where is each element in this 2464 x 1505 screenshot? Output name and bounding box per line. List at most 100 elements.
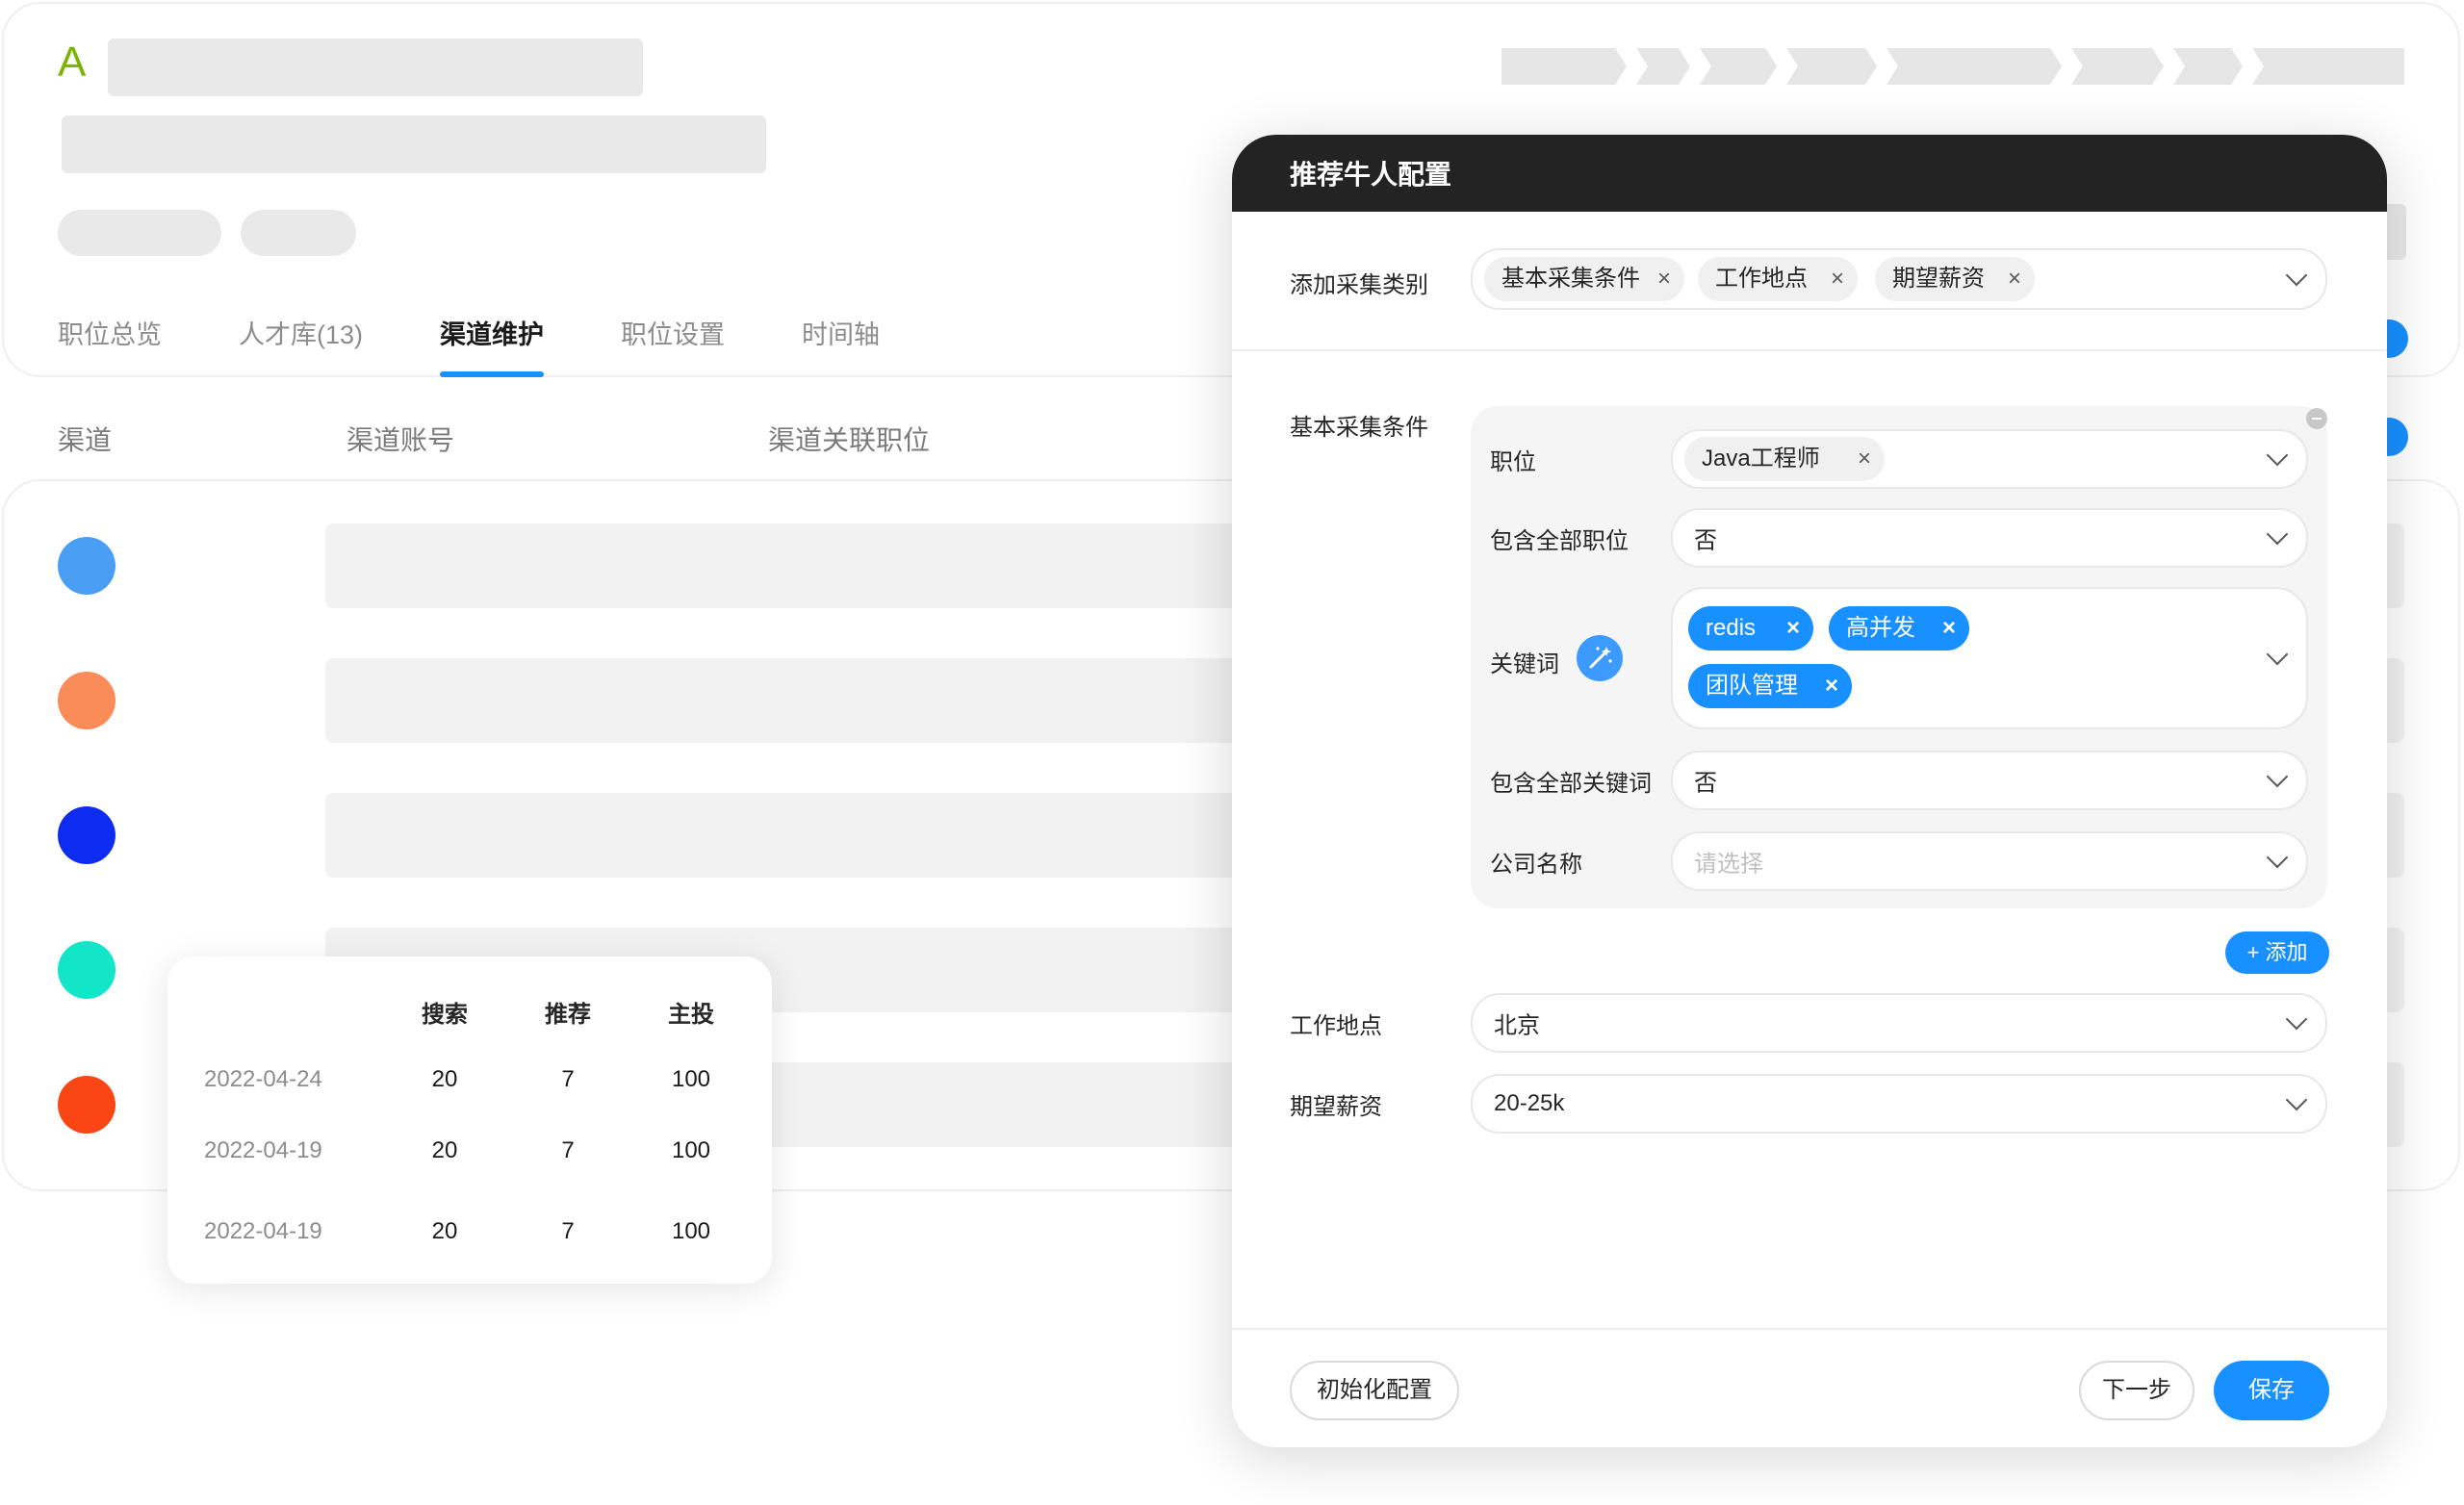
channel-avatar (58, 672, 116, 729)
reset-config-button[interactable]: 初始化配置 (1290, 1361, 1459, 1420)
tab-bar: 职位总览 人才库(13) 渠道维护 职位设置 时间轴 (58, 316, 957, 377)
remove-tag-icon[interactable]: × (1786, 606, 1800, 650)
chevron-down-icon[interactable] (2285, 264, 2308, 287)
tag-skeleton (241, 210, 356, 256)
channel-avatar (58, 1076, 116, 1134)
position-label: 职位 (1490, 449, 1536, 475)
column-header-account: 渠道账号 (346, 425, 455, 455)
position-tag-label: Java工程师 (1702, 446, 1820, 472)
logo-letter: A (58, 38, 87, 86)
company-select[interactable]: 请选择 (1671, 831, 2308, 891)
include-all-positions-value: 否 (1694, 527, 1717, 554)
next-step-button[interactable]: 下一步 (2079, 1361, 2194, 1420)
keyword-tag-label: 高并发 (1846, 615, 1915, 641)
chevron-down-icon[interactable] (2266, 765, 2289, 788)
include-all-positions-label: 包含全部职位 (1490, 528, 1629, 554)
add-condition-button[interactable]: + 添加 (2225, 931, 2329, 974)
channel-avatar (58, 806, 116, 864)
category-tag-label: 期望薪资 (1892, 266, 1985, 292)
keyword-tag: redis × (1688, 606, 1813, 650)
location-value: 北京 (1494, 1012, 1540, 1039)
remove-group-icon[interactable] (2306, 408, 2327, 429)
stats-header-search: 搜索 (422, 1002, 468, 1028)
progress-step (1700, 48, 1777, 85)
position-select[interactable]: Java工程师 × (1671, 429, 2308, 489)
stats-row-search: 20 (431, 1218, 458, 1244)
stats-row-recommend: 7 (561, 1218, 575, 1244)
chevron-down-icon[interactable] (2285, 1008, 2308, 1031)
stats-row-search: 20 (431, 1137, 458, 1163)
progress-step (1502, 48, 1627, 85)
stats-row-date: 2022-04-24 (204, 1066, 322, 1092)
progress-step (1636, 48, 1690, 85)
keyword-tag-label: 团队管理 (1706, 673, 1798, 699)
magic-wand-button[interactable] (1577, 635, 1623, 681)
chevron-down-icon[interactable] (2285, 1088, 2308, 1111)
tab-channel-maintenance[interactable]: 渠道维护 (440, 316, 545, 377)
remove-tag-icon[interactable]: × (2008, 257, 2021, 301)
remove-tag-icon[interactable]: × (1858, 437, 1871, 481)
location-label: 工作地点 (1290, 1013, 1382, 1039)
keyword-tag-label: redis (1706, 615, 1757, 641)
modal-title: 推荐牛人配置 (1290, 160, 1452, 190)
column-header-linked-position: 渠道关联职位 (768, 425, 931, 455)
location-select[interactable]: 北京 (1471, 993, 2327, 1053)
position-tag: Java工程师 × (1684, 437, 1885, 481)
stats-popover: 搜索 推荐 主投 2022-04-24 20 7 100 2022-04-19 … (167, 957, 772, 1284)
include-all-keywords-select[interactable]: 否 (1671, 751, 2308, 810)
save-button[interactable]: 保存 (2214, 1361, 2329, 1420)
progress-step (1886, 48, 2062, 85)
progress-step (2173, 48, 2243, 85)
stats-row-recommend: 7 (561, 1066, 575, 1092)
remove-tag-icon[interactable]: × (1831, 257, 1844, 301)
tab-timeline[interactable]: 时间轴 (802, 316, 880, 377)
include-all-keywords-value: 否 (1694, 770, 1717, 797)
chevron-down-icon[interactable] (2266, 523, 2289, 546)
company-placeholder: 请选择 (1694, 851, 1763, 878)
keywords-select[interactable]: redis × 高并发 × 团队管理 × (1671, 587, 2308, 729)
remove-tag-icon[interactable]: × (1942, 606, 1956, 650)
stats-row-main: 100 (671, 1066, 711, 1092)
tab-talent-pool[interactable]: 人才库(13) (239, 316, 363, 377)
chevron-down-icon[interactable] (2266, 444, 2289, 467)
recommend-config-modal: 推荐牛人配置 添加采集类别 基本采集条件 × 工作地点 × 期望薪资 × 基本采… (1232, 135, 2387, 1447)
company-label: 公司名称 (1490, 852, 1582, 878)
tab-overview[interactable]: 职位总览 (58, 316, 162, 377)
keyword-tag: 高并发 × (1829, 606, 1969, 650)
include-all-positions-select[interactable]: 否 (1671, 508, 2308, 568)
include-all-keywords-label: 包含全部关键词 (1490, 771, 1652, 797)
channel-avatar (58, 941, 116, 999)
column-header-channel: 渠道 (58, 425, 113, 455)
category-tag: 基本采集条件 × (1484, 257, 1684, 301)
stats-header-recommend: 推荐 (545, 1002, 591, 1028)
remove-tag-icon[interactable]: × (1825, 664, 1838, 708)
modal-header: 推荐牛人配置 (1232, 135, 2387, 212)
stats-header-main: 主投 (668, 1002, 714, 1028)
salary-label: 期望薪资 (1290, 1094, 1382, 1120)
stats-row-date: 2022-04-19 (204, 1218, 322, 1244)
category-tag-label: 基本采集条件 (1502, 266, 1640, 292)
tag-skeleton (58, 210, 221, 256)
chevron-down-icon[interactable] (2266, 846, 2289, 869)
add-category-select[interactable]: 基本采集条件 × 工作地点 × 期望薪资 × (1471, 248, 2327, 310)
progress-step (2252, 48, 2404, 85)
section-divider (1232, 349, 2387, 351)
category-tag: 期望薪资 × (1875, 257, 2035, 301)
stats-row-search: 20 (431, 1066, 458, 1092)
chevron-down-icon[interactable] (2266, 643, 2289, 666)
progress-step (1786, 48, 1877, 85)
magic-wand-icon (1589, 647, 1612, 669)
remove-tag-icon[interactable]: × (1657, 257, 1671, 301)
add-category-label: 添加采集类别 (1290, 272, 1428, 298)
keywords-label: 关键词 (1490, 651, 1559, 677)
tab-position-settings[interactable]: 职位设置 (621, 316, 725, 377)
stats-row-recommend: 7 (561, 1137, 575, 1163)
salary-select[interactable]: 20-25k (1471, 1074, 2327, 1134)
progress-steps (1502, 48, 2404, 85)
title-skeleton (108, 38, 643, 96)
subtitle-skeleton (62, 115, 766, 173)
category-tag: 工作地点 × (1698, 257, 1858, 301)
progress-step (2071, 48, 2164, 85)
salary-value: 20-25k (1494, 1090, 1565, 1116)
stats-row-main: 100 (671, 1137, 711, 1163)
